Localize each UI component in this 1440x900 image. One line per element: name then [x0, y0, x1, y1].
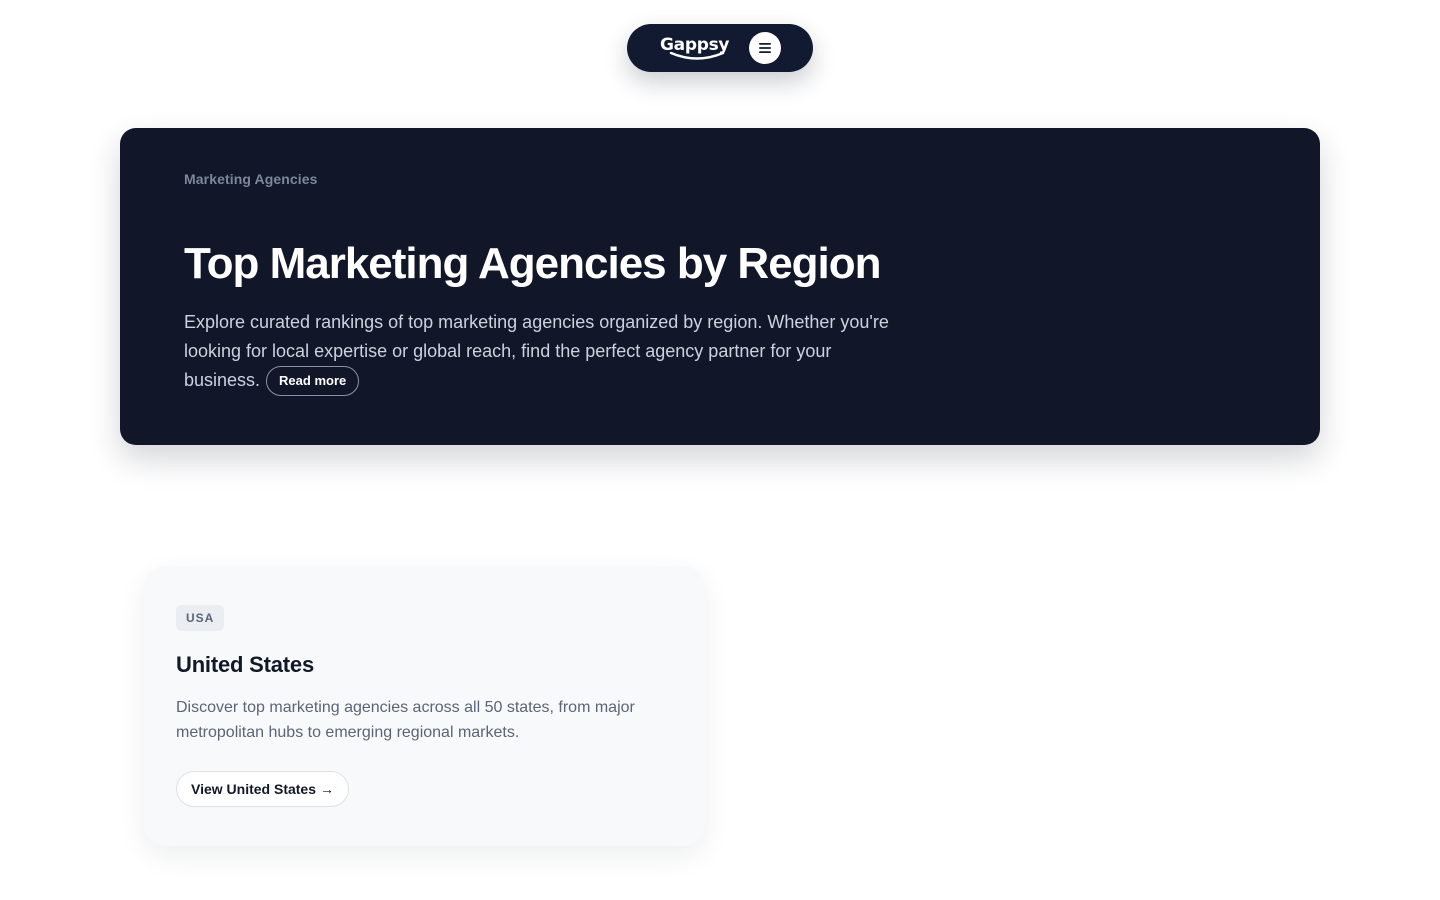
read-more-button[interactable]: Read more	[266, 366, 360, 396]
region-card-usa: USA United States Discover top marketing…	[144, 566, 705, 846]
region-description: Discover top marketing agencies across a…	[176, 699, 635, 741]
logo-smile-icon	[669, 51, 725, 60]
menu-icon	[759, 43, 771, 53]
top-nav: Gappsy	[627, 24, 813, 72]
hero-description: Explore curated rankings of top marketin…	[184, 308, 904, 396]
logo[interactable]: Gappsy	[660, 33, 732, 63]
menu-button[interactable]	[749, 32, 781, 64]
view-button-label: View United States	[191, 781, 317, 797]
view-united-states-button[interactable]: View United States →	[176, 771, 350, 807]
page-title: Top Marketing Agencies by Region	[184, 239, 882, 288]
region-title: United States	[176, 652, 314, 677]
region-badge: USA	[176, 605, 225, 631]
hero-section: Marketing Agencies Top Marketing Agencie…	[120, 128, 1320, 445]
arrow-right-icon: →	[320, 781, 335, 797]
hero-eyebrow: Marketing Agencies	[184, 171, 318, 187]
